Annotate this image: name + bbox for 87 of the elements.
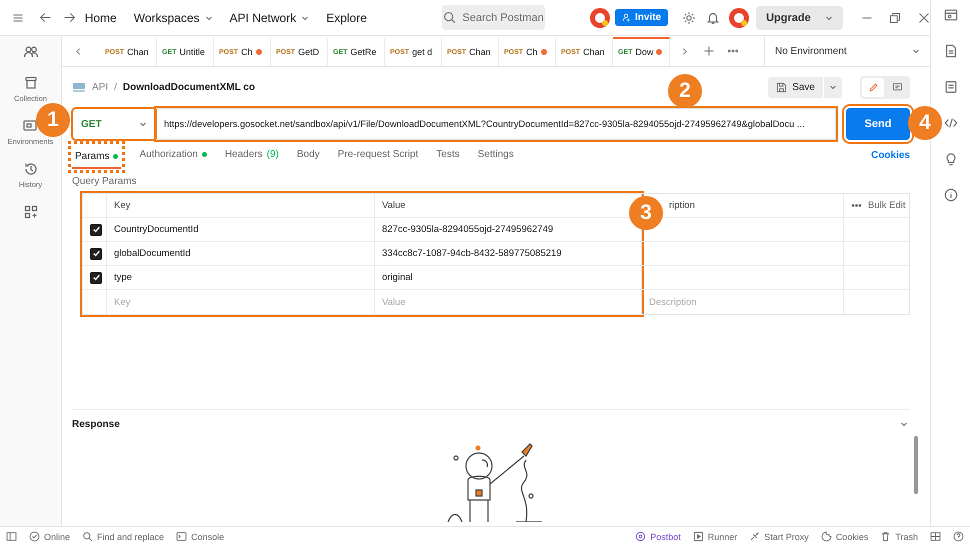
lightbulb-icon[interactable] <box>944 152 958 166</box>
history-icon[interactable] <box>22 161 38 177</box>
comment-icon[interactable] <box>892 82 902 92</box>
step-marker: 2 <box>668 74 702 108</box>
document-icon[interactable] <box>944 44 958 58</box>
status-bar-item[interactable]: Find and replace <box>82 531 164 542</box>
trash-icon[interactable] <box>880 531 892 542</box>
play-box-icon[interactable] <box>692 531 704 542</box>
status-bar-item[interactable]: Start Proxy <box>749 531 809 542</box>
request-option-tab[interactable]: Body <box>296 140 320 170</box>
checkbox[interactable] <box>90 224 102 236</box>
method-select[interactable]: GET <box>72 108 156 140</box>
table-cell: globalDocumentId <box>107 242 375 266</box>
nav-link[interactable]: Explore <box>326 10 367 24</box>
sidebar-toggle-icon[interactable] <box>6 531 17 542</box>
close-icon[interactable] <box>918 12 930 24</box>
section-title: Query Params <box>72 176 138 187</box>
breadcrumb-link[interactable]: API <box>92 82 108 92</box>
status-bar-item[interactable]: Postbot <box>635 531 681 542</box>
upgrade-button[interactable]: Upgrade <box>756 6 843 30</box>
environment-settings-icon[interactable] <box>944 8 958 22</box>
status-bar-item[interactable]: Online <box>29 531 70 542</box>
search-icon[interactable] <box>443 11 456 24</box>
edit-mode-button[interactable] <box>862 78 884 96</box>
checkbox[interactable] <box>90 248 102 260</box>
scrollbar[interactable] <box>914 436 918 494</box>
avatar-icon[interactable] <box>728 8 749 28</box>
send-button[interactable]: Send <box>846 108 910 140</box>
status-bar-item[interactable]: Cookies <box>820 531 868 542</box>
add-user-icon[interactable] <box>622 13 631 22</box>
chevron-down-icon <box>912 47 920 55</box>
table-cell: original <box>375 266 641 290</box>
chevron-down-icon <box>900 420 908 428</box>
request-name[interactable]: DownloadDocumentXML co <box>122 82 255 92</box>
restore-icon[interactable] <box>889 12 902 24</box>
proxy-icon[interactable] <box>749 531 760 542</box>
back-arrow-icon[interactable] <box>39 11 52 24</box>
avatar-icon[interactable] <box>590 8 610 28</box>
cookies-link[interactable]: Cookies <box>871 150 910 160</box>
save-button[interactable]: Save <box>768 76 823 98</box>
search-field[interactable]: Search Postman <box>442 5 546 30</box>
caret-icon <box>829 83 837 91</box>
url-field[interactable]: https://developers.gosocket.net/sandbox/api/v1/File/DownloadDocumentXML?CountryDocumentId=827cc-9305la-8294055ojd-27495962749&globalDocu ... <box>156 108 836 140</box>
nav-link[interactable]: API Network <box>230 10 310 24</box>
request-option-tab[interactable]: Pre-request Script <box>338 140 418 170</box>
info-icon[interactable] <box>944 188 958 202</box>
nav-link[interactable]: Home <box>84 10 117 24</box>
chevron-down-icon <box>824 14 833 22</box>
layout-icon[interactable] <box>930 531 941 542</box>
cookie-icon[interactable] <box>820 531 832 542</box>
column-header: Key <box>107 194 375 218</box>
bell-icon[interactable] <box>706 10 720 24</box>
pencil-icon[interactable] <box>868 82 878 92</box>
search-icon[interactable] <box>82 531 94 542</box>
status-bar-item[interactable]: Console <box>176 531 224 542</box>
menu-icon[interactable] <box>12 12 24 24</box>
notes-icon[interactable] <box>944 80 958 94</box>
table-cell: type <box>107 266 375 290</box>
chevron-down-icon <box>204 14 213 22</box>
invite-button[interactable]: Invite <box>615 9 668 26</box>
table-cell: 334cc8c7-1087-94cb-8432-589775085219 <box>375 242 641 266</box>
save-icon[interactable] <box>776 82 788 92</box>
people-icon[interactable] <box>22 44 38 60</box>
nav-link[interactable]: Workspaces <box>134 10 213 24</box>
console-icon[interactable] <box>176 531 188 542</box>
request-option-tab[interactable]: Tests <box>436 140 460 170</box>
forward-arrow-icon[interactable] <box>62 11 76 24</box>
status-bar-item[interactable]: Runner <box>692 531 738 542</box>
chevron-down-icon <box>139 120 147 128</box>
apps-icon[interactable] <box>22 204 38 220</box>
status-bar-item[interactable]: Trash <box>880 531 918 542</box>
request-option-tab[interactable]: Headers (9) <box>224 140 279 170</box>
check-circle-icon[interactable] <box>29 531 40 542</box>
help-icon[interactable] <box>953 531 964 542</box>
checkbox[interactable] <box>90 272 102 284</box>
request-option-tab[interactable]: Params <box>72 145 122 169</box>
code-icon[interactable] <box>944 116 958 130</box>
chevron-down-icon <box>301 14 310 22</box>
bulk-edit-button[interactable]: Bulk Edit <box>851 200 906 211</box>
step-marker: 3 <box>629 196 663 230</box>
settings-icon[interactable] <box>682 10 696 24</box>
table-cell: CountryDocumentId <box>107 218 375 242</box>
breadcrumb-separator: / <box>114 82 117 92</box>
plus-icon[interactable] <box>703 45 715 57</box>
request-option-tab[interactable]: Settings <box>478 140 514 170</box>
request-option-tab[interactable]: Authorization <box>139 140 207 170</box>
response-title: Response <box>72 418 120 430</box>
